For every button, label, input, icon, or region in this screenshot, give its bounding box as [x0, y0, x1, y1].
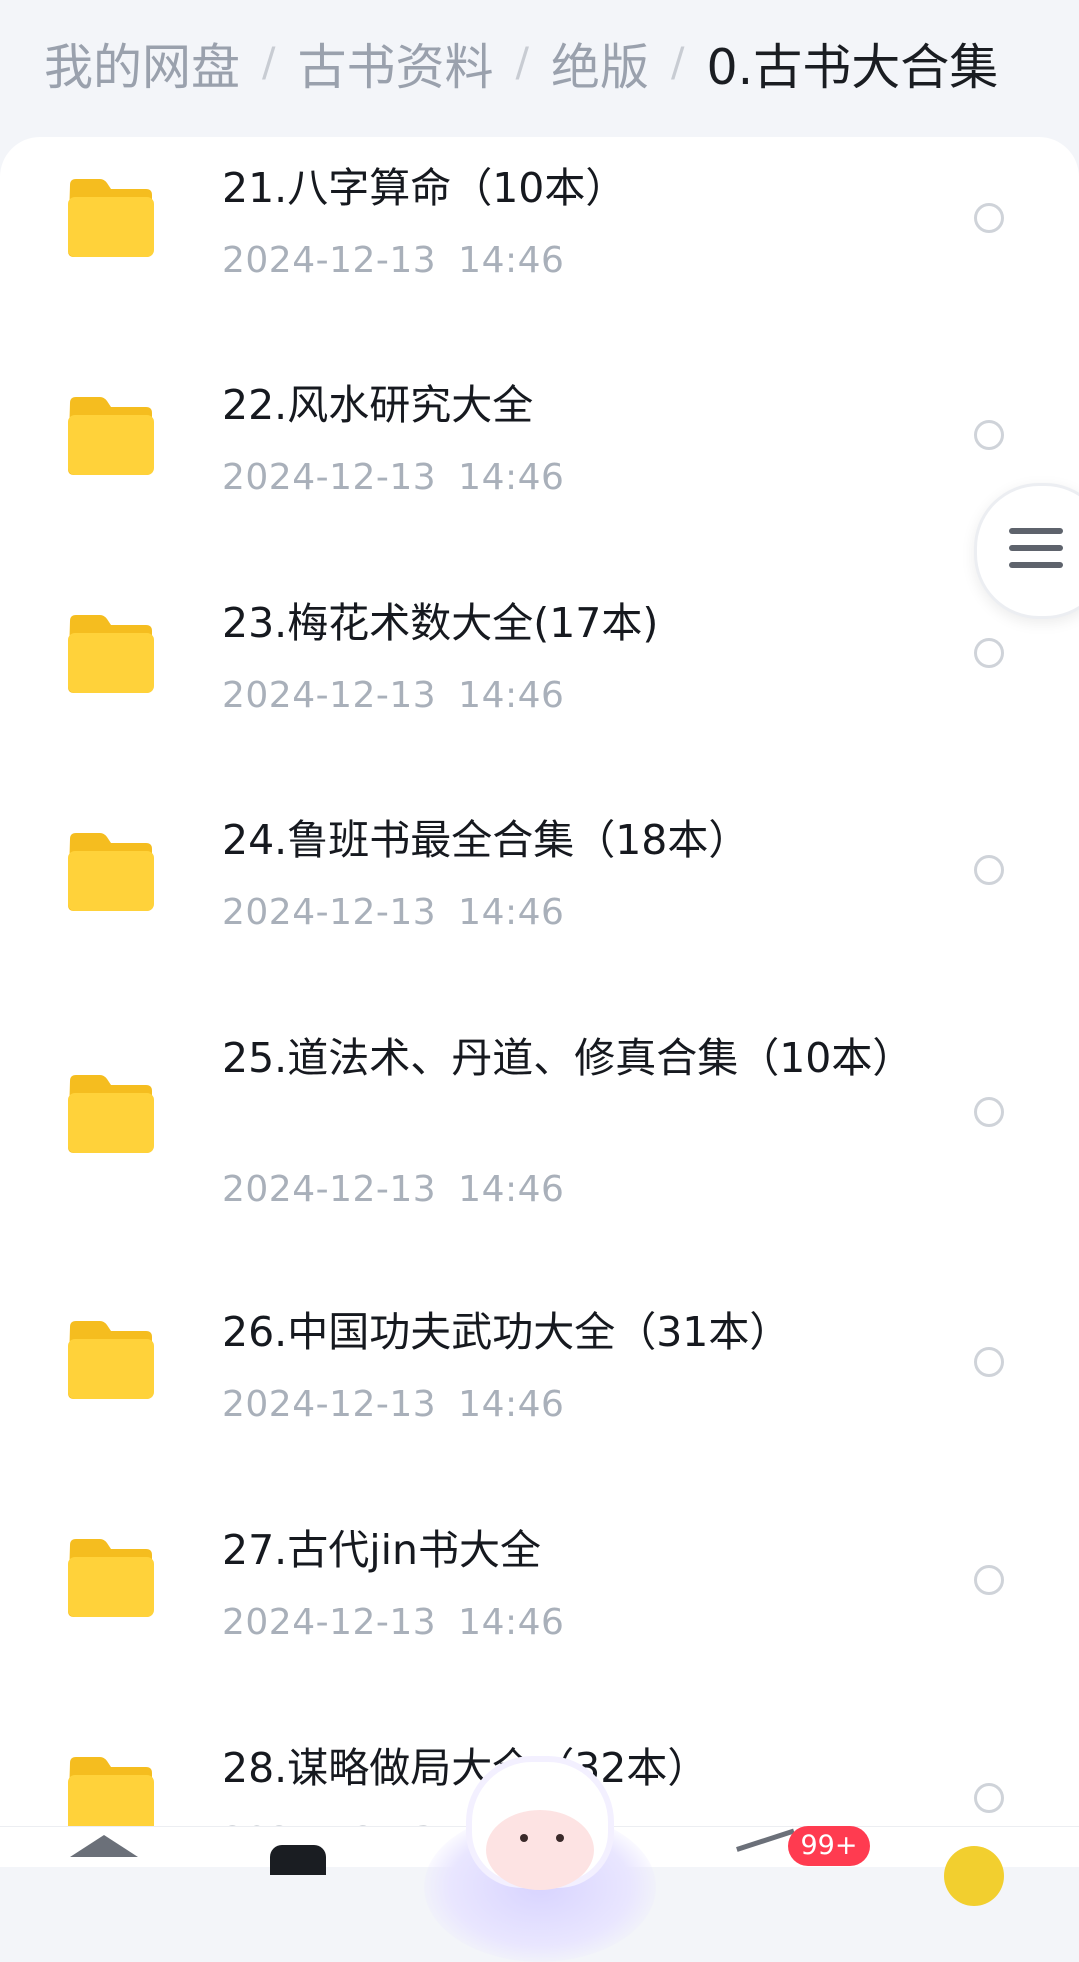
folder-icon [64, 1073, 156, 1155]
breadcrumb-separator: / [515, 40, 529, 86]
radio-circle-icon[interactable] [974, 1097, 1004, 1127]
file-icon[interactable] [270, 1845, 326, 1875]
list-item[interactable]: 22.风水研究大全 2024-12-13 14:46 [0, 355, 1079, 573]
breadcrumb-item-ancient-books[interactable]: 古书资料 [298, 28, 494, 99]
radio-circle-icon[interactable] [974, 1565, 1004, 1595]
file-date: 2024-12-13 14:46 [222, 1602, 565, 1643]
list-item[interactable]: 25.道法术、丹道、修真合集（10本） 2024-12-13 14:46 [0, 1009, 1079, 1279]
notification-badge: 99+ [788, 1826, 870, 1866]
list-item[interactable]: 24.鲁班书最全合集（18本） 2024-12-13 14:46 [0, 791, 1079, 1009]
file-date: 2024-12-13 14:46 [222, 240, 565, 281]
file-name: 21.八字算命（10本） [222, 164, 627, 212]
list-item[interactable]: 26.中国功夫武功大全（31本） 2024-12-13 14:46 [0, 1279, 1079, 1497]
file-date: 2024-12-13 14:46 [222, 457, 565, 498]
radio-circle-icon[interactable] [974, 420, 1004, 450]
list-item[interactable]: 27.古代jin书大全 2024-12-13 14:46 [0, 1497, 1079, 1715]
breadcrumb-item-out-of-print[interactable]: 绝版 [551, 28, 649, 99]
breadcrumb-separator: / [671, 40, 685, 86]
folder-icon [64, 613, 156, 695]
file-date: 2024-12-13 14:46 [222, 1169, 565, 1210]
folder-icon [64, 395, 156, 477]
file-list: 21.八字算命（10本） 2024-12-13 14:46 22.风水研究大全 … [0, 137, 1079, 1866]
file-name: 24.鲁班书最全合集（18本） [222, 816, 750, 864]
avatar-icon[interactable] [944, 1846, 1004, 1906]
mascot-icon[interactable] [424, 1762, 656, 1962]
folder-icon [64, 177, 156, 259]
breadcrumb-item-my-drive[interactable]: 我的网盘 [44, 28, 240, 99]
breadcrumb: 我的网盘 / 古书资料 / 绝版 / 0.古书大合集 [44, 28, 998, 98]
radio-circle-icon[interactable] [974, 1783, 1004, 1813]
file-name: 23.梅花术数大全(17本) [222, 599, 659, 647]
list-item[interactable]: 21.八字算命（10本） 2024-12-13 14:46 [0, 137, 1079, 355]
radio-circle-icon[interactable] [974, 855, 1004, 885]
file-name: 26.中国功夫武功大全（31本） [222, 1308, 791, 1356]
breadcrumb-separator: / [262, 40, 276, 86]
home-icon[interactable] [70, 1835, 138, 1857]
hamburger-menu-icon [1009, 528, 1063, 579]
radio-circle-icon[interactable] [974, 638, 1004, 668]
file-date: 2024-12-13 14:46 [222, 675, 565, 716]
file-name: 27.古代jin书大全 [222, 1526, 541, 1574]
radio-circle-icon[interactable] [974, 203, 1004, 233]
file-name: 22.风水研究大全 [222, 381, 534, 429]
file-name: 25.道法术、丹道、修真合集（10本） [222, 1034, 914, 1082]
breadcrumb-item-current: 0.古书大合集 [706, 38, 999, 96]
folder-icon [64, 831, 156, 913]
folder-icon [64, 1755, 156, 1837]
folder-icon [64, 1319, 156, 1401]
folder-icon [64, 1537, 156, 1619]
radio-circle-icon[interactable] [974, 1347, 1004, 1377]
list-item[interactable]: 23.梅花术数大全(17本) 2024-12-13 14:46 [0, 573, 1079, 791]
file-date: 2024-12-13 14:46 [222, 1384, 565, 1425]
file-date: 2024-12-13 14:46 [222, 892, 565, 933]
